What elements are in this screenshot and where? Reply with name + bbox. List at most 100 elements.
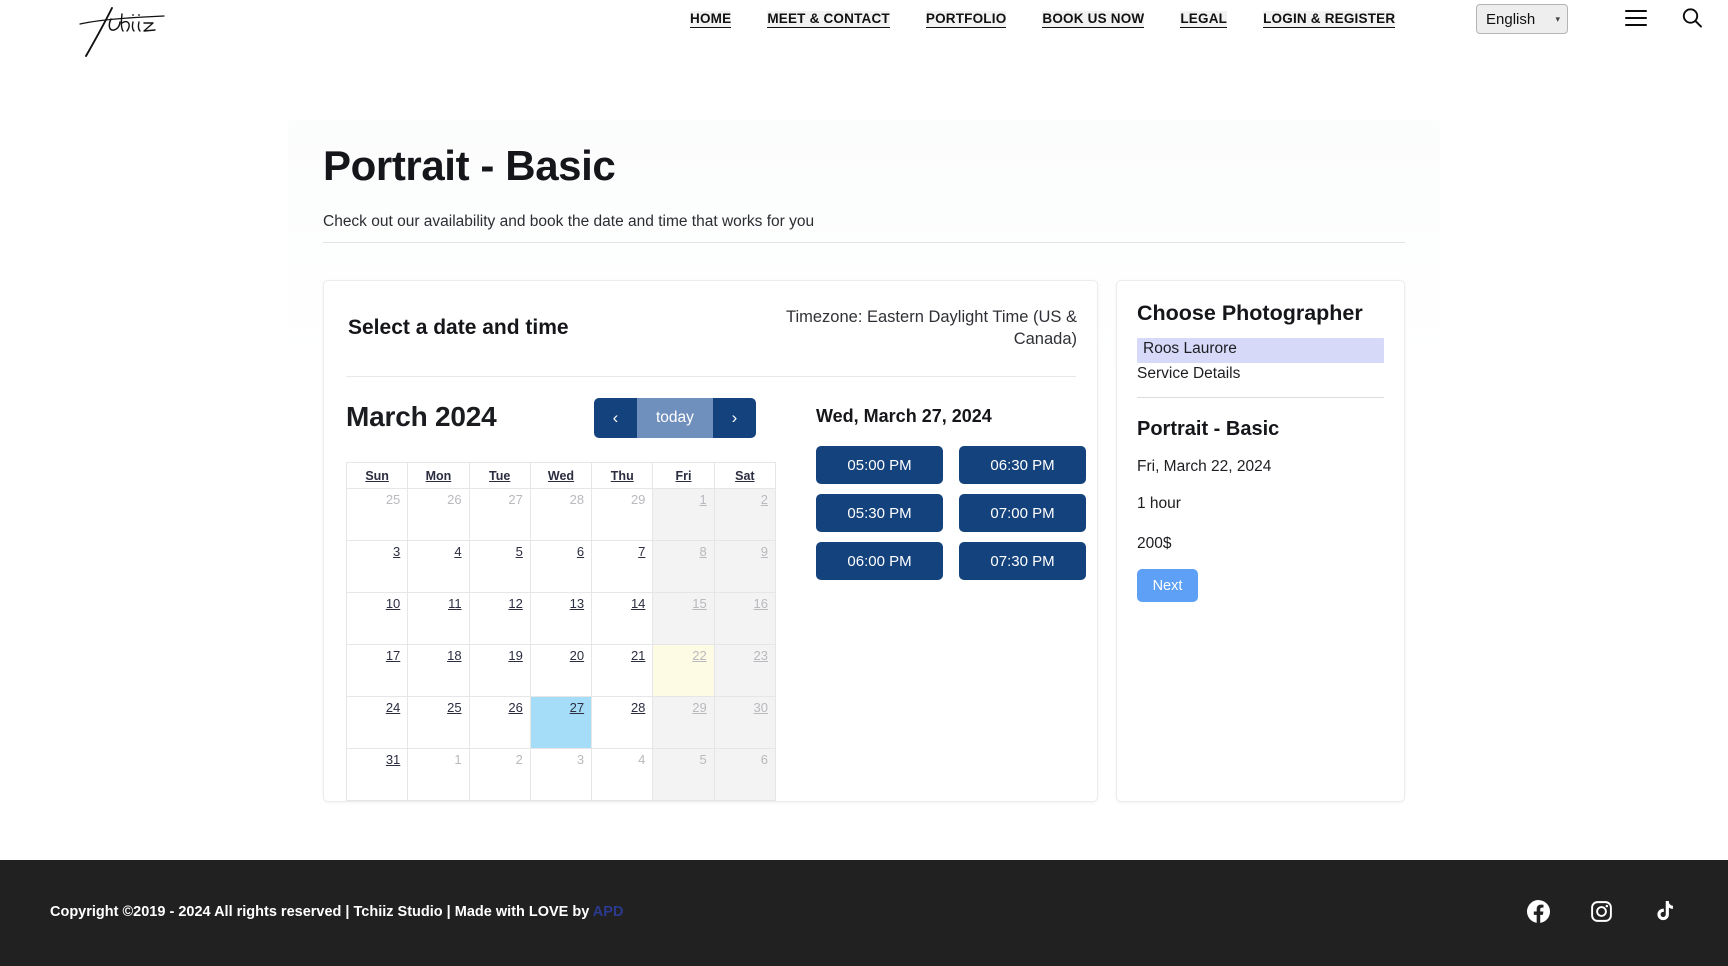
calendar-weekday-mon: Mon (407, 462, 470, 489)
calendar-day-23: 23 (713, 644, 777, 697)
calendar-day-number[interactable]: 6 (577, 544, 584, 559)
next-button[interactable]: Next (1137, 569, 1198, 602)
calendar-day-number[interactable]: 7 (638, 544, 645, 559)
calendar-day-number[interactable]: 4 (454, 544, 461, 559)
calendar-day-7[interactable]: 7 (591, 540, 654, 593)
nav-item-login-register[interactable]: LOGIN & REGISTER (1263, 11, 1396, 28)
service-details-link[interactable]: Service Details (1137, 365, 1240, 383)
calendar-day-21[interactable]: 21 (591, 644, 654, 697)
time-slot-0730pm[interactable]: 07:30 PM (959, 542, 1086, 580)
search-icon[interactable] (1680, 6, 1704, 30)
time-slot-0500pm[interactable]: 05:00 PM (816, 446, 943, 484)
calendar-day-number[interactable]: 26 (508, 700, 522, 715)
calendar-day-number[interactable]: 18 (447, 648, 461, 663)
nav-item-home[interactable]: HOME (690, 11, 732, 28)
calendar-day-18[interactable]: 18 (407, 644, 470, 697)
time-slot-0530pm[interactable]: 05:30 PM (816, 494, 943, 532)
calendar-day-number[interactable]: 5 (516, 544, 523, 559)
nav-item-legal[interactable]: LEGAL (1180, 11, 1228, 28)
page-container: Portrait - Basic Check out our availabil… (288, 120, 1440, 825)
calendar-day-12[interactable]: 12 (468, 592, 531, 645)
language-selector[interactable]: English ▾ (1476, 4, 1568, 34)
calendar-day-28[interactable]: 28 (591, 696, 654, 749)
calendar-day-20[interactable]: 20 (529, 644, 593, 697)
time-slot-0600pm[interactable]: 06:00 PM (816, 542, 943, 580)
calendar-day-26[interactable]: 26 (468, 696, 531, 749)
calendar-day-number[interactable]: 11 (448, 596, 462, 611)
footer-copyright-text: Copyright ©2019 - 2024 All rights reserv… (50, 904, 593, 920)
calendar-day-25[interactable]: 25 (407, 696, 470, 749)
calendar-day-3[interactable]: 3 (345, 540, 409, 593)
calendar-day-number[interactable]: 31 (386, 752, 400, 767)
nav-item-portfolio[interactable]: PORTFOLIO (925, 11, 1007, 28)
calendar-day-10[interactable]: 10 (345, 592, 409, 645)
site-logo[interactable] (78, 2, 178, 58)
instagram-icon[interactable] (1590, 900, 1613, 923)
calendar-day-8: 8 (652, 540, 715, 593)
calendar-prev-button[interactable]: ‹ (594, 398, 637, 438)
calendar-day-4[interactable]: 4 (407, 540, 470, 593)
calendar-weekday-thu: Thu (591, 462, 654, 489)
nav-item-meet-contact[interactable]: MEET & CONTACT (767, 11, 890, 28)
timezone-label: Timezone: Eastern Daylight Time (US & Ca… (786, 308, 1077, 349)
footer-copyright: Copyright ©2019 - 2024 All rights reserv… (50, 904, 623, 920)
calendar-day-number[interactable]: 20 (570, 648, 584, 663)
calendar-day-26: 26 (407, 488, 470, 541)
calendar-day-number[interactable]: 12 (508, 596, 522, 611)
calendar-day-number: 30 (753, 700, 768, 715)
calendar-day-number[interactable]: 13 (570, 596, 584, 611)
calendar-day-5: 5 (652, 748, 715, 801)
calendar-day-number[interactable]: 10 (386, 596, 400, 611)
calendar-day-29: 29 (591, 488, 654, 541)
calendar-grid: Sun Mon Tue Wed Thu Fri Sat 25 26 27 28 29 1 2 3 4 5 6 7 8… (345, 462, 777, 801)
calendar-day-number[interactable]: 27 (570, 700, 584, 715)
calendar-weekday-header: Sun Mon Tue Wed Thu Fri Sat (345, 462, 777, 489)
calendar-day-5[interactable]: 5 (468, 540, 531, 593)
calendar-day-13[interactable]: 13 (529, 592, 593, 645)
tchiiz-logo-icon (79, 7, 165, 57)
calendar-day-14[interactable]: 14 (591, 592, 654, 645)
calendar-day-16: 16 (713, 592, 777, 645)
footer-credit-link[interactable]: APD (593, 904, 624, 920)
calendar-day-number[interactable]: 24 (386, 700, 400, 715)
calendar-day-17[interactable]: 17 (345, 644, 409, 697)
facebook-icon[interactable] (1527, 900, 1550, 923)
calendar-day-11[interactable]: 11 (407, 592, 470, 645)
calendar-day-number: 1 (454, 752, 462, 767)
calendar-day-number[interactable]: 28 (631, 700, 645, 715)
nav-item-book-us-now[interactable]: BOOK US NOW (1042, 11, 1145, 28)
photographer-option-roos-laurore[interactable]: Roos Laurore (1137, 338, 1384, 363)
calendar-day-6[interactable]: 6 (529, 540, 593, 593)
calendar-day-15: 15 (652, 592, 715, 645)
footer-social-links (1527, 900, 1676, 923)
time-slot-0630pm[interactable]: 06:30 PM (959, 446, 1086, 484)
calendar-day-4: 4 (591, 748, 654, 801)
calendar-day-9: 9 (713, 540, 777, 593)
calendar-day-number[interactable]: 19 (508, 648, 522, 663)
calendar-day-number[interactable]: 25 (447, 700, 461, 715)
calendar-day-number[interactable]: 21 (631, 648, 645, 663)
calendar-day-number: 3 (576, 752, 585, 767)
calendar-day-number: 9 (760, 544, 768, 559)
calendar-day-22: 22 (652, 644, 715, 697)
calendar-day-number[interactable]: 3 (393, 544, 400, 559)
calendar-month-label: March 2024 (346, 401, 497, 432)
time-slot-grid: 05:00 PM 06:30 PM 05:30 PM 07:00 PM 06:00 PM… (816, 446, 1086, 580)
calendar-day-number: 27 (508, 492, 523, 507)
calendar-day-number: 4 (638, 752, 646, 767)
calendar-day-number[interactable]: 14 (631, 596, 645, 611)
calendar-today-button[interactable]: today (637, 398, 713, 438)
calendar-day-number: 25 (385, 492, 401, 507)
calendar-day-24[interactable]: 24 (345, 696, 409, 749)
tiktok-icon[interactable] (1653, 900, 1676, 923)
time-slot-0700pm[interactable]: 07:00 PM (959, 494, 1086, 532)
calendar-day-number[interactable]: 17 (386, 648, 400, 663)
calendar-day-27-selected[interactable]: 27 (529, 696, 593, 749)
calendar-day-31[interactable]: 31 (345, 748, 409, 801)
calendar-day-number: 29 (692, 700, 707, 715)
calendar-day-number: 15 (692, 596, 707, 611)
calendar-next-button[interactable]: › (712, 398, 756, 438)
hamburger-icon[interactable] (1625, 10, 1647, 26)
calendar-day-30: 30 (713, 696, 777, 749)
calendar-day-19[interactable]: 19 (468, 644, 531, 697)
